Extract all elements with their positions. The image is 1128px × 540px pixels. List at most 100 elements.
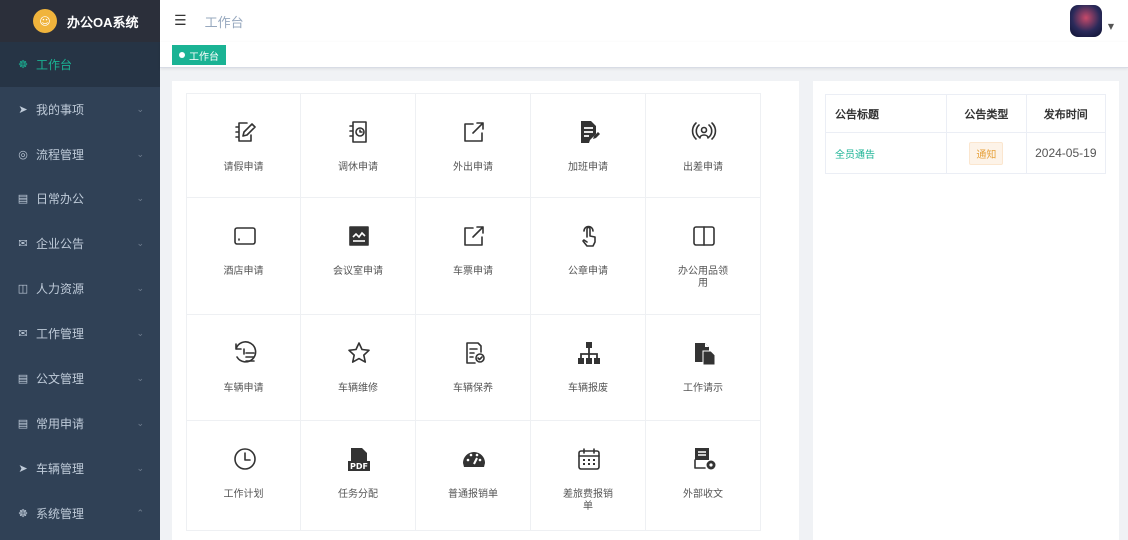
app-tile[interactable]: 外出申请 (416, 93, 531, 198)
app-tile[interactable]: 公章申请 (531, 198, 646, 315)
app-tile-label: 外出申请 (453, 162, 493, 173)
chevron-down-icon[interactable]: ⌄ (136, 105, 144, 115)
tags-bar: 工作台 (160, 42, 1128, 68)
app-grid-panel: 请假申请 调休申请 外出申请 加班申请 出差申请酒店申请 会议室申请 车票申请 公章申请 办公用… (172, 81, 799, 540)
hr-icon: ◫ (17, 282, 29, 295)
app-tile-label: 公章申请 (568, 266, 608, 277)
sidebar-item-label: 工作管理 (36, 327, 85, 341)
sidebar-item-5[interactable]: ◫ 人力资源 ⌄ (0, 266, 160, 311)
app-tile-label: 车辆报废 (568, 383, 608, 394)
app-tile[interactable]: 会议室申请 (301, 198, 416, 315)
app-tile[interactable]: 外部收文 (646, 421, 761, 531)
table-row[interactable]: 全员通告 通知 2024-05-19 (826, 133, 1105, 173)
sidebar-item-10[interactable]: ☸ 系统管理 ⌃ (0, 491, 160, 536)
dashboard-icon: ☸ (18, 58, 28, 71)
chevron-down-icon[interactable]: ⌄ (136, 419, 144, 429)
sidebar: ☺ 办公OA系统 ☸ 工作台 ➤ 我的事项 ⌄ ◎ 流程管理 ⌄ ▤ 日常办公 ⌄ ✉ 企业公告 ⌄ ◫ 人力… (0, 0, 160, 540)
sidebar-item-label: 常用申请 (36, 417, 85, 431)
app-tile-label: 工作请示 (683, 383, 723, 394)
logo[interactable]: ☺ 办公OA系统 (0, 0, 160, 42)
mail-icon: ✉ (18, 237, 28, 250)
app-tile[interactable]: 请假申请 (186, 93, 301, 198)
app-tile[interactable]: 车辆保养 (416, 315, 531, 421)
app-tile[interactable]: 工作请示 (646, 315, 761, 421)
app-tile-label: 会议室申请 (333, 266, 383, 277)
app-tile-label: 加班申请 (568, 162, 608, 173)
sidebar-item-label: 我的事项 (36, 103, 85, 117)
app-tile-label: 车辆申请 (223, 383, 264, 394)
sidebar-item-label: 日常办公 (36, 192, 85, 206)
flow-icon: ◎ (18, 148, 28, 161)
chevron-down-icon[interactable]: ⌄ (136, 194, 144, 204)
send-icon: ➤ (18, 462, 28, 475)
sidebar-item-label: 系统管理 (36, 507, 85, 521)
column-header-type: 公告类型 (946, 95, 1025, 132)
sidebar-item-6[interactable]: ✉ 工作管理 ⌄ (0, 311, 160, 356)
sidebar-item-8[interactable]: ▤ 常用申请 ⌄ (0, 401, 160, 446)
chevron-down-icon[interactable]: ⌄ (136, 374, 144, 384)
sidebar-item-label: 企业公告 (36, 237, 85, 251)
sidebar-item-7[interactable]: ▤ 公文管理 ⌄ (0, 356, 160, 401)
chevron-up-icon[interactable]: ⌃ (136, 509, 144, 519)
notice-date: 2024-05-19 (1035, 146, 1097, 160)
app-tile[interactable]: 办公用品领用 (646, 198, 761, 315)
doc-icon: ▤ (17, 417, 29, 430)
app-tile[interactable]: 车辆报废 (531, 315, 646, 421)
app-tile-label: 车辆保养 (453, 383, 493, 394)
breadcrumb[interactable]: 工作台 (205, 12, 244, 31)
notice-date-cell: 2024-05-19 (1025, 133, 1105, 173)
app-tile-label: 请假申请 (223, 162, 264, 173)
app-tile[interactable]: 车辆申请 (186, 315, 301, 421)
app-tile-label: 外部收文 (683, 489, 723, 500)
caret-down-icon[interactable]: ▼ (1108, 22, 1114, 31)
sidebar-item-0[interactable]: ☸ 工作台 (0, 42, 160, 87)
app-tile[interactable]: 出差申请 (646, 93, 761, 198)
app-tile[interactable]: 车辆维修 (301, 315, 416, 421)
notice-title-cell: 全员通告 (826, 146, 946, 161)
sidebar-item-label: 人力资源 (36, 282, 85, 296)
app-tile[interactable]: 调休申请 (301, 93, 416, 198)
sidebar-item-3[interactable]: ▤ 日常办公 ⌄ (0, 176, 160, 221)
sidebar-item-label: 车辆管理 (36, 462, 85, 476)
app-tile-label: 任务分配 (338, 489, 378, 500)
notice-title-link[interactable]: 全员通告 (835, 150, 875, 161)
notice-type-badge: 通知 (969, 141, 1004, 165)
sidebar-item-1[interactable]: ➤ 我的事项 ⌄ (0, 87, 160, 132)
mail-icon: ✉ (18, 327, 28, 340)
avatar[interactable] (1070, 5, 1102, 37)
tag-workbench[interactable]: 工作台 (172, 45, 226, 65)
app-tile[interactable]: 工作计划 (186, 421, 301, 531)
sidebar-item-label: 公文管理 (36, 372, 85, 386)
chevron-down-icon[interactable]: ⌄ (136, 150, 144, 160)
app-tile-label: 车辆维修 (338, 383, 378, 394)
send-icon: ➤ (18, 103, 28, 116)
chevron-down-icon[interactable]: ⌄ (136, 284, 144, 294)
app-tile[interactable]: 加班申请 (531, 93, 646, 198)
chevron-down-icon[interactable]: ⌄ (136, 239, 144, 249)
app-tile[interactable]: 车票申请 (416, 198, 531, 315)
app-tile[interactable]: 普通报销单 (416, 421, 531, 531)
chevron-down-icon[interactable]: ⌄ (136, 329, 144, 339)
hamburger-icon[interactable]: ☰ (174, 13, 187, 29)
header: ☰ 工作台 ▼ (160, 0, 1128, 42)
app-tile[interactable]: 酒店申请 (186, 198, 301, 315)
app-tile-label: 工作计划 (223, 489, 264, 500)
app-tile[interactable]: PDF 任务分配 (301, 421, 416, 531)
active-dot-icon (179, 52, 185, 58)
table-header-row: 公告标题 公告类型 发布时间 (826, 95, 1105, 133)
app-tile[interactable]: 差旅费报销单 (531, 421, 646, 531)
notice-panel: 公告标题 公告类型 发布时间 全员通告 通知 2024-05-19 (813, 81, 1119, 540)
app-tile-label: 差旅费报销单 (563, 489, 613, 512)
sidebar-item-9[interactable]: ➤ 车辆管理 ⌄ (0, 446, 160, 491)
sidebar-item-label: 流程管理 (36, 148, 85, 162)
svg-text:PDF: PDF (350, 462, 368, 471)
sidebar-item-2[interactable]: ◎ 流程管理 ⌄ (0, 132, 160, 177)
app-tile-label: 办公用品领用 (678, 266, 728, 289)
dashboard-icon: ☸ (18, 507, 28, 520)
chevron-down-icon[interactable]: ⌄ (136, 464, 144, 474)
column-header-title: 公告标题 (835, 108, 879, 121)
sidebar-item-4[interactable]: ✉ 企业公告 ⌄ (0, 221, 160, 266)
app-tile-label: 出差申请 (683, 162, 723, 173)
doc-icon: ▤ (17, 372, 29, 385)
app-name: 办公OA系统 (67, 14, 139, 30)
